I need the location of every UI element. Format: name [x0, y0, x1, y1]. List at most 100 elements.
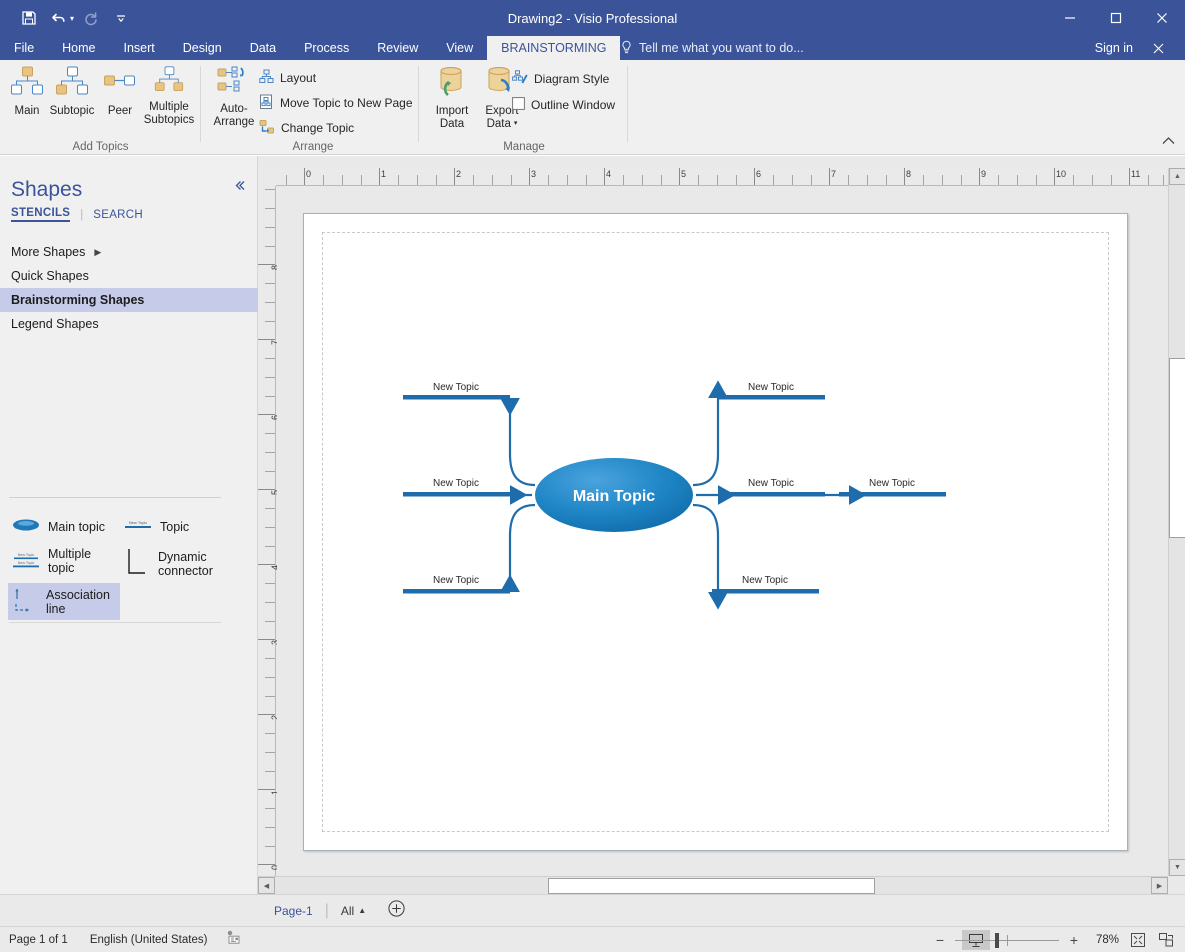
- topic-left-2: New Topic: [403, 478, 510, 497]
- topic-right-1: New Topic: [718, 382, 825, 400]
- status-language[interactable]: English (United States): [90, 934, 208, 946]
- add-multiple-subtopics-label-2: Subtopics: [143, 114, 195, 126]
- tab-home[interactable]: Home: [48, 36, 109, 60]
- add-page-icon[interactable]: [388, 899, 405, 922]
- ruler-h-label-7: 7: [831, 169, 837, 179]
- checkbox-unchecked-icon[interactable]: [512, 97, 525, 113]
- minimize-icon[interactable]: [1047, 0, 1093, 36]
- subtopic-icon: [52, 65, 92, 102]
- svg-text:New Topic: New Topic: [18, 553, 35, 557]
- ribbon-group-add-topics: Main Subtopic Peer Multiple Subtopics Ad…: [0, 60, 201, 155]
- tell-me-search[interactable]: Tell me what you want to do...: [620, 36, 804, 60]
- shape-association-line-label-1: Association: [46, 587, 110, 602]
- vertical-scrollbar[interactable]: ▲ ▼: [1168, 168, 1185, 876]
- macro-record-icon[interactable]: [227, 930, 241, 949]
- tab-file[interactable]: File: [0, 36, 48, 60]
- shape-dynamic-connector[interactable]: Dynamic connector: [120, 544, 217, 583]
- zoom-in-button[interactable]: +: [1063, 929, 1085, 951]
- shape-topic[interactable]: New Topic Topic: [120, 514, 193, 539]
- shape-main-topic[interactable]: Main topic: [8, 514, 109, 539]
- shapes-pane-title: Shapes: [11, 178, 83, 201]
- svg-text:New Topic: New Topic: [742, 575, 788, 586]
- horizontal-scroll-thumb[interactable]: [548, 878, 875, 894]
- diagram-style-button[interactable]: Diagram Style: [512, 68, 609, 90]
- scroll-up-icon[interactable]: ▲: [1169, 168, 1185, 185]
- add-subtopic-button[interactable]: Subtopic: [47, 65, 97, 137]
- layout-button[interactable]: Layout: [259, 67, 316, 89]
- drawing-page-area[interactable]: New Topic New Topic New Topic New Topic: [277, 187, 1166, 875]
- topic-left-1: New Topic: [403, 382, 510, 400]
- vertical-ruler[interactable]: 8 7 6 5 4 3 2 1 0: [258, 186, 280, 876]
- add-peer-label: Peer: [107, 105, 133, 117]
- scroll-down-icon[interactable]: ▼: [1169, 859, 1185, 876]
- horizontal-scrollbar[interactable]: ◀ ▶: [258, 876, 1168, 894]
- undo-dropdown-icon[interactable]: ▾: [70, 14, 74, 23]
- tab-review[interactable]: Review: [363, 36, 432, 60]
- move-topic-to-new-page-button[interactable]: Move Topic to New Page: [259, 92, 413, 114]
- vertical-scroll-thumb[interactable]: [1169, 358, 1185, 538]
- chevron-up-icon: ▲: [358, 906, 367, 915]
- stencil-item-quick-shapes[interactable]: Quick Shapes: [0, 264, 258, 288]
- add-subtopic-label: Subtopic: [49, 105, 95, 117]
- page-sheet[interactable]: New Topic New Topic New Topic New Topic: [303, 213, 1128, 851]
- stencil-label: Quick Shapes: [11, 269, 89, 283]
- auto-arrange-label-1: Auto-: [220, 103, 248, 115]
- tab-view[interactable]: View: [432, 36, 487, 60]
- chevron-down-icon[interactable]: ▾: [514, 118, 518, 130]
- status-bar: Page 1 of 1 English (United States) − + …: [0, 926, 1185, 952]
- ruler-corner: [258, 168, 276, 186]
- scroll-right-icon[interactable]: ▶: [1151, 877, 1168, 894]
- zoom-slider-midpoint: [1007, 935, 1008, 946]
- ribbon-tab-strip: File Home Insert Design Data Process Rev…: [0, 36, 1185, 60]
- auto-arrange-button[interactable]: Auto- Arrange: [207, 65, 261, 137]
- customize-qat-icon[interactable]: [106, 3, 136, 33]
- subtab-search[interactable]: SEARCH: [93, 209, 143, 221]
- tab-process[interactable]: Process: [290, 36, 363, 60]
- close-document-icon[interactable]: [1143, 36, 1173, 60]
- svg-text:New Topic: New Topic: [433, 382, 479, 393]
- ruler-h-label-0: 0: [306, 169, 312, 179]
- maximize-icon[interactable]: [1093, 0, 1139, 36]
- add-multiple-subtopics-button[interactable]: Multiple Subtopics: [138, 65, 200, 137]
- zoom-out-button[interactable]: −: [929, 929, 951, 951]
- chevron-right-icon: ▶: [94, 246, 102, 257]
- dynamic-connector-icon: [124, 547, 150, 580]
- zoom-slider-thumb[interactable]: [995, 933, 999, 948]
- outline-window-checkbox[interactable]: Outline Window: [512, 94, 615, 116]
- shape-dynamic-connector-label-1: Dynamic: [158, 549, 207, 564]
- diagram-style-icon: [512, 70, 528, 88]
- redo-icon: [76, 3, 106, 33]
- sign-in-button[interactable]: Sign in: [1095, 36, 1133, 60]
- stencil-list: More Shapes ▶ Quick Shapes Brainstorming…: [0, 240, 258, 336]
- auto-arrange-icon: [215, 65, 253, 100]
- peer-icon: [100, 65, 140, 102]
- close-icon[interactable]: [1139, 0, 1185, 36]
- stencil-item-legend-shapes[interactable]: Legend Shapes: [0, 312, 258, 336]
- tab-insert[interactable]: Insert: [110, 36, 169, 60]
- collapse-ribbon-icon[interactable]: [1162, 136, 1175, 148]
- change-topic-button[interactable]: Change Topic: [259, 117, 354, 139]
- tab-data[interactable]: Data: [236, 36, 290, 60]
- stencil-item-more-shapes[interactable]: More Shapes ▶: [0, 240, 258, 264]
- fit-page-icon[interactable]: [1127, 929, 1149, 951]
- tab-brainstorming[interactable]: BRAINSTORMING: [487, 36, 621, 60]
- zoom-level-label[interactable]: 78%: [1085, 934, 1119, 946]
- fit-window-icon[interactable]: [1155, 929, 1177, 951]
- save-icon[interactable]: [14, 3, 44, 33]
- import-data-button[interactable]: Import Data: [427, 65, 477, 137]
- zoom-slider[interactable]: [951, 929, 1063, 951]
- chevron-left-icon[interactable]: [234, 180, 245, 194]
- all-pages-button[interactable]: All ▲: [341, 904, 366, 918]
- add-main-topic-button[interactable]: Main: [2, 65, 52, 137]
- horizontal-ruler[interactable]: 0 1 2 3 4 5 6 7 8 9 10 11: [258, 168, 1185, 186]
- tab-design[interactable]: Design: [169, 36, 236, 60]
- page-tab-page-1[interactable]: Page-1: [274, 904, 313, 918]
- import-data-icon: [434, 65, 470, 102]
- subtab-stencils[interactable]: STENCILS: [11, 207, 71, 222]
- shape-association-line[interactable]: Association line: [8, 583, 120, 620]
- shape-multiple-topic[interactable]: New Topic New Topic Multiple topic: [8, 544, 95, 578]
- shapes-subtabs: STENCILS | SEARCH: [11, 207, 143, 222]
- stencil-item-brainstorming-shapes[interactable]: Brainstorming Shapes: [0, 288, 258, 312]
- brainstorming-diagram[interactable]: New Topic New Topic New Topic New Topic: [304, 214, 1129, 852]
- scroll-left-icon[interactable]: ◀: [258, 877, 275, 894]
